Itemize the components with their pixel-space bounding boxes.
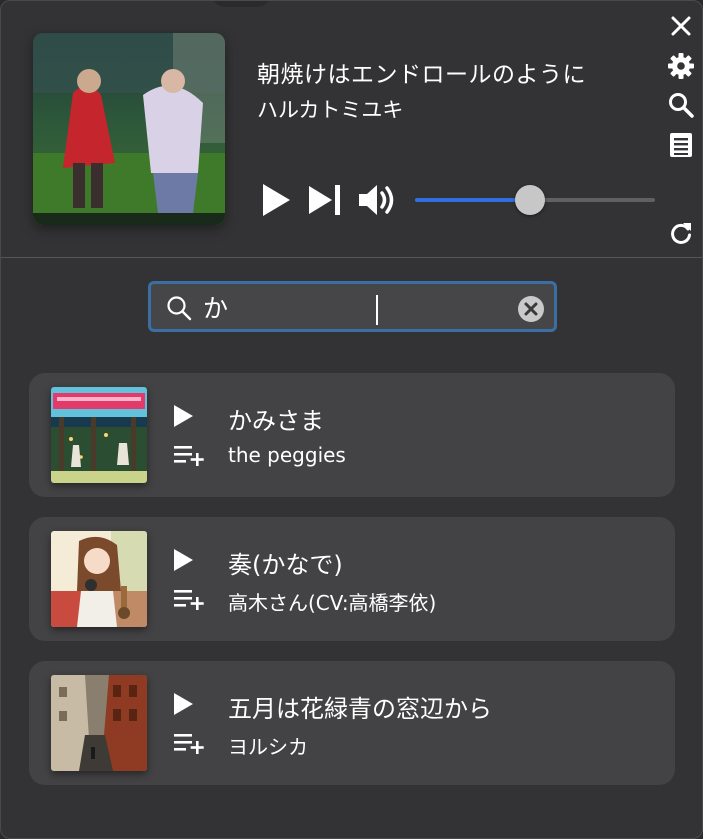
volume-slider-fill xyxy=(415,198,531,202)
search-result-item[interactable]: 五月は花緑青の窓辺から ヨルシカ xyxy=(29,661,675,785)
add-to-queue-button[interactable] xyxy=(173,731,205,755)
volume-button[interactable] xyxy=(357,181,397,219)
play-icon xyxy=(174,693,193,715)
now-playing-artist: ハルカトミユキ xyxy=(257,98,404,122)
result-artist: the peggies xyxy=(228,443,346,467)
album-art-icon xyxy=(51,387,147,483)
result-play-button[interactable] xyxy=(171,403,195,429)
settings-button[interactable] xyxy=(667,52,695,80)
search-result-item[interactable]: かみさま the peggies xyxy=(29,373,675,497)
refresh-button[interactable] xyxy=(667,220,695,248)
volume-slider[interactable] xyxy=(415,185,655,215)
search-icon xyxy=(167,296,192,321)
result-title: 奏(かなで) xyxy=(228,551,343,579)
add-to-queue-button[interactable] xyxy=(173,587,205,611)
play-icon xyxy=(174,405,193,427)
now-playing-cover xyxy=(33,33,225,225)
result-play-button[interactable] xyxy=(171,691,195,717)
result-title: 五月は花緑青の窓辺から xyxy=(228,695,492,723)
result-artist: 高木さん(CV:高橋李依) xyxy=(228,591,437,615)
result-play-button[interactable] xyxy=(171,547,195,573)
gear-icon xyxy=(668,53,694,79)
speaker-icon xyxy=(359,185,394,215)
result-cover xyxy=(51,387,147,483)
result-artist: ヨルシカ xyxy=(228,735,308,759)
result-cover xyxy=(51,531,147,627)
list-icon xyxy=(670,133,692,157)
volume-slider-knob[interactable] xyxy=(515,185,546,215)
playlist-add-icon xyxy=(174,446,204,466)
playlist-add-icon xyxy=(174,734,204,754)
now-playing-panel: 朝焼けはエンドロールのように ハルカトミユキ xyxy=(1,1,702,257)
album-art-icon xyxy=(33,33,225,225)
album-art-icon xyxy=(51,675,147,771)
search-icon xyxy=(669,93,694,118)
search-input[interactable] xyxy=(203,290,503,324)
refresh-icon xyxy=(671,223,691,244)
skip-forward-icon xyxy=(309,185,340,215)
search-box[interactable] xyxy=(148,281,557,332)
album-art-icon xyxy=(51,531,147,627)
next-track-button[interactable] xyxy=(307,181,345,219)
playlist-add-icon xyxy=(174,590,204,610)
play-icon xyxy=(174,549,193,571)
add-to-queue-button[interactable] xyxy=(173,443,205,467)
result-cover xyxy=(51,675,147,771)
result-title: かみさま xyxy=(228,407,324,435)
search-result-item[interactable]: 奏(かなで) 高木さん(CV:高橋李依) xyxy=(29,517,675,641)
search-toggle-button[interactable] xyxy=(667,91,695,119)
divider xyxy=(1,257,702,258)
now-playing-title: 朝焼けはエンドロールのように xyxy=(257,62,586,88)
close-icon xyxy=(671,16,691,36)
play-icon xyxy=(263,184,290,216)
close-button[interactable] xyxy=(667,12,695,40)
clear-search-icon[interactable] xyxy=(517,295,545,323)
text-cursor xyxy=(376,295,378,325)
queue-list-button[interactable] xyxy=(667,131,695,159)
player-window: 朝焼けはエンドロールのように ハルカトミユキ か かみさま the peggie… xyxy=(0,0,703,839)
play-button[interactable] xyxy=(259,181,293,219)
